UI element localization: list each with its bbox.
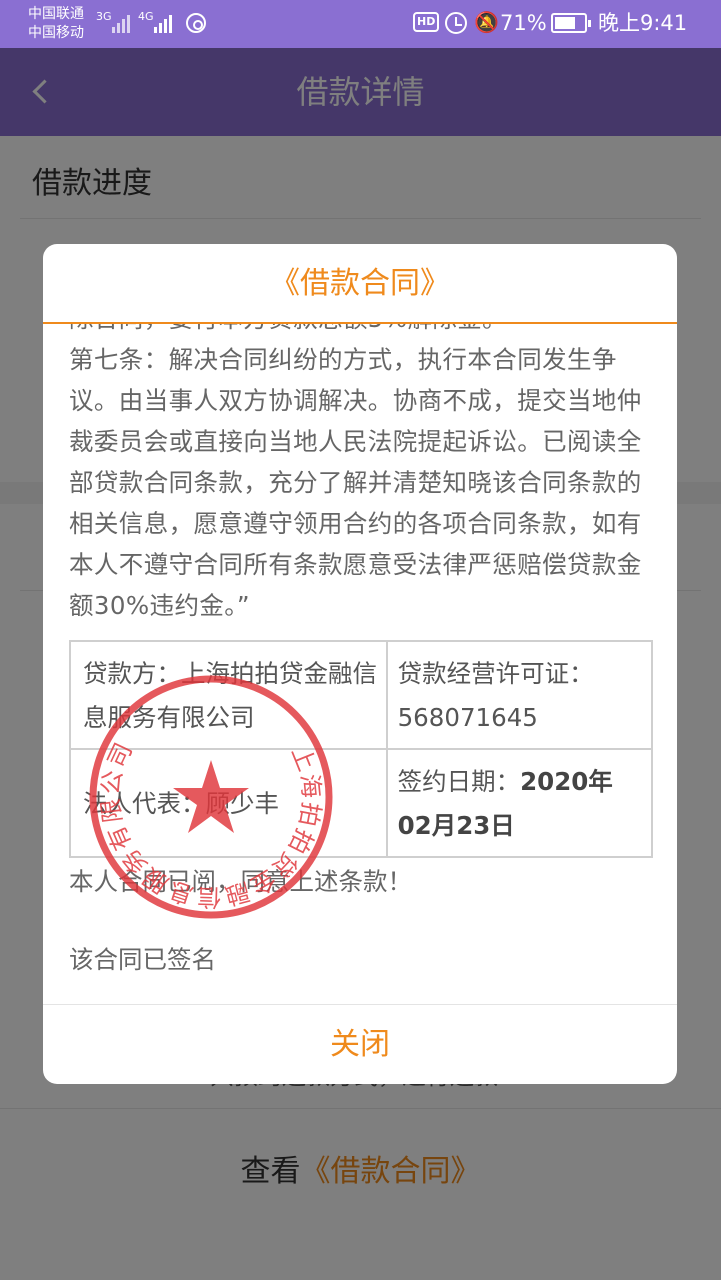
contract-signature-table: 贷款方：上海拍拍贷金融信息服务有限公司 贷款经营许可证： 568071645 法… (69, 640, 654, 858)
mute-icon: 🔕 (474, 10, 499, 34)
license-label: 贷款经营许可证： (397, 659, 594, 688)
battery-percent: 71% (500, 11, 547, 35)
license-number: 568071645 (397, 703, 538, 732)
hd-icon: HD (413, 12, 440, 32)
signal-icon (154, 13, 172, 33)
alarm-icon (445, 12, 467, 34)
carrier-1: 中国联通 (28, 6, 84, 22)
contract-article-7: 第七条：解决合同纠纷的方式，执行本合同发生争议。由当事人双方协调解决。协商不成，… (69, 345, 642, 620)
lender-cell: 贷款方：上海拍拍贷金融信息服务有限公司 (69, 640, 388, 750)
license-cell: 贷款经营许可证： 568071645 (385, 640, 654, 750)
dialog-title: 《借款合同》 (43, 244, 677, 324)
contract-dialog: 《借款合同》 除合同，要付本方贷款总额5%解除金。 第七条：解决合同纠纷的方式，… (43, 244, 677, 1084)
legal-rep-cell: 法人代表：顾少丰 (69, 748, 388, 858)
clock: 晚上9:41 (598, 11, 688, 35)
signal-1-type: 3G (96, 10, 112, 23)
contract-scroll-area[interactable]: 除合同，要付本方贷款总额5%解除金。 第七条：解决合同纠纷的方式，执行本合同发生… (43, 324, 677, 1004)
battery-fill (555, 17, 575, 29)
agree-text: 本人合同已阅，同意上述条款！ (69, 867, 412, 896)
status-bar: 中国联通 中国移动 3G 4G HD 🔕 71% 晚上9:41 (0, 0, 721, 48)
carrier-info: 中国联通 中国移动 (28, 5, 84, 43)
dialog-footer: 关闭 (43, 1004, 677, 1084)
sign-date-label: 签约日期： (397, 767, 521, 796)
signal-icon (112, 13, 130, 33)
hotspot-icon (186, 13, 206, 33)
carrier-2: 中国移动 (28, 25, 84, 41)
signal-2-type: 4G (138, 10, 154, 23)
contract-partial-line: 除合同，要付本方贷款总额5%解除金。 (69, 324, 655, 339)
battery-icon (551, 13, 591, 33)
signed-text: 该合同已签名 (69, 945, 216, 974)
contract-content: 除合同，要付本方贷款总额5%解除金。 第七条：解决合同纠纷的方式，执行本合同发生… (69, 324, 655, 980)
close-button[interactable]: 关闭 (43, 1005, 677, 1084)
sign-date-cell: 签约日期：2020年02月23日 (385, 748, 654, 858)
